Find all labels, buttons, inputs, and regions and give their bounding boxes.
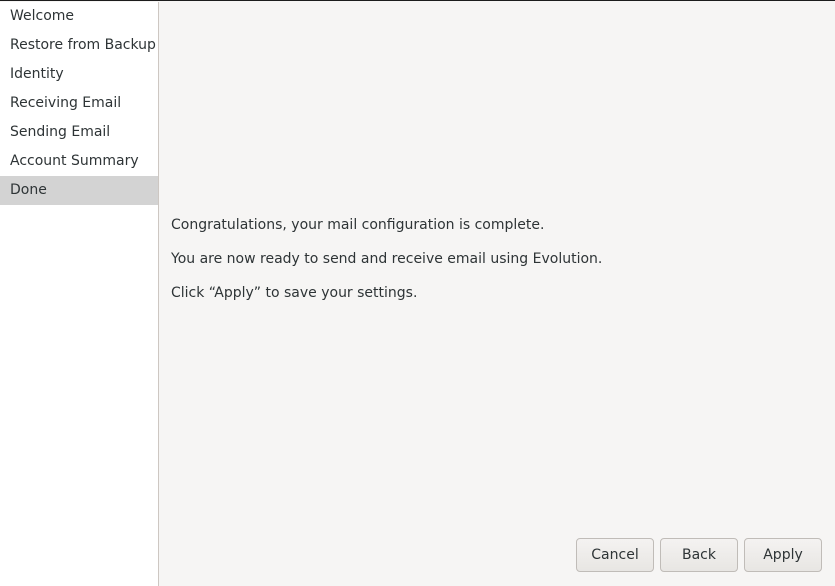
sidebar-item-label: Identity (10, 66, 64, 82)
sidebar-item-account-summary[interactable]: Account Summary (0, 147, 158, 176)
cancel-button[interactable]: Cancel (576, 538, 654, 572)
apply-instruction-text: Click “Apply” to save your settings. (171, 285, 418, 301)
sidebar-item-restore-from-backup[interactable]: Restore from Backup (0, 31, 158, 60)
assistant-button-bar: Cancel Back Apply (576, 538, 822, 572)
ready-text: You are now ready to send and receive em… (171, 251, 603, 267)
sidebar-item-label: Restore from Backup (10, 37, 156, 53)
back-button[interactable]: Back (660, 538, 738, 572)
sidebar-item-identity[interactable]: Identity (0, 60, 158, 89)
completion-message-area: Congratulations, your mail configuration… (171, 215, 602, 317)
sidebar-item-label: Receiving Email (10, 95, 122, 111)
sidebar-item-label: Sending Email (10, 124, 111, 140)
sidebar-item-receiving-email[interactable]: Receiving Email (0, 89, 158, 118)
done-page-content: Congratulations, your mail configuration… (159, 2, 835, 585)
sidebar-item-done[interactable]: Done (0, 176, 158, 205)
assistant-step-sidebar: Welcome Restore from Backup Identity Rec… (0, 2, 159, 586)
congratulations-text: Congratulations, your mail configuration… (171, 217, 545, 233)
sidebar-item-label: Done (10, 182, 47, 198)
sidebar-item-label: Account Summary (10, 153, 139, 169)
apply-button[interactable]: Apply (744, 538, 822, 572)
sidebar-item-sending-email[interactable]: Sending Email (0, 118, 158, 147)
sidebar-item-label: Welcome (10, 8, 75, 24)
sidebar-item-welcome[interactable]: Welcome (0, 2, 158, 31)
